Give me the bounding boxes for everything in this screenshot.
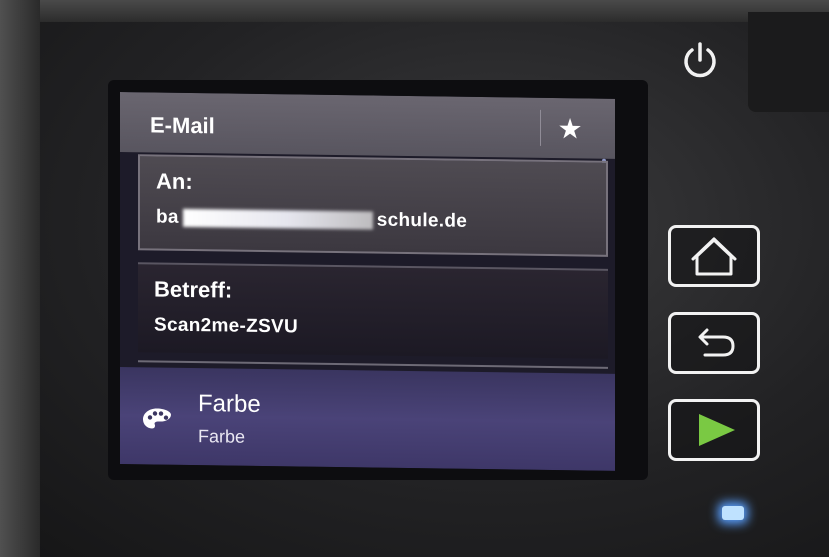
scanner-device: E-Mail ★ An: ba schule.de Betreff: Scan2m… [0,0,829,557]
to-field-value-suffix: schule.de [376,209,468,232]
to-field-value-prefix: ba [156,206,179,228]
color-option[interactable]: Farbe Farbe [120,367,615,471]
touch-screen: E-Mail ★ An: ba schule.de Betreff: Scan2m… [120,92,615,471]
title-divider [540,109,541,146]
device-side-flap [748,12,829,112]
color-option-value: Farbe [198,426,246,447]
power-icon[interactable] [680,40,720,84]
title-bar: E-Mail ★ [120,92,615,159]
to-field-label: An: [156,168,193,195]
to-field-value: ba schule.de [156,207,467,233]
home-icon [691,237,737,276]
star-icon[interactable]: ★ [550,112,590,147]
subject-field-label: Betreff: [154,276,233,303]
page-title: E-Mail [150,112,215,139]
home-button[interactable] [668,225,760,287]
back-button[interactable] [668,312,760,374]
start-button[interactable] [668,399,760,461]
subject-field[interactable]: Betreff: Scan2me-ZSVU [138,262,608,359]
color-option-title: Farbe [198,390,261,418]
start-icon [699,414,735,446]
back-icon [698,328,735,357]
device-top-edge [0,0,829,22]
redacted-blur [182,208,373,230]
to-field[interactable]: An: ba schule.de [138,154,608,257]
status-led [722,506,744,520]
palette-icon [143,408,171,429]
subject-field-value: Scan2me-ZSVU [154,314,299,338]
device-left-edge [0,0,40,557]
